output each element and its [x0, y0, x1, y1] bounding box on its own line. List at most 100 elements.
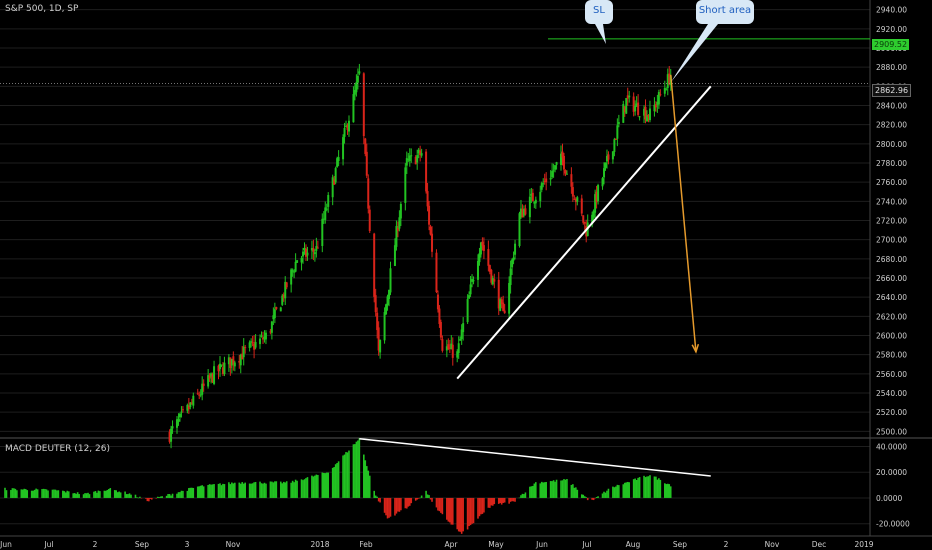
macd-bar [502, 497, 504, 503]
macd-bar [337, 461, 340, 498]
macd-bar [213, 484, 215, 498]
candle-body [293, 271, 296, 273]
price-tick-label: 2680.00 [876, 255, 907, 264]
macd-bar [533, 483, 536, 498]
macd-bar [646, 476, 648, 498]
candle-body [611, 151, 614, 160]
macd-bar [466, 497, 469, 530]
macd-bar [106, 489, 109, 498]
candle-body [398, 217, 401, 229]
candle-body [509, 268, 512, 285]
candle-body [181, 409, 184, 411]
macd-bar [374, 495, 377, 498]
price-tick-label: 2880.00 [876, 63, 907, 72]
candle-body [597, 185, 600, 202]
candle-body [663, 87, 666, 94]
candle-body [325, 208, 328, 210]
macd-bar [582, 494, 585, 498]
candle-body [383, 312, 386, 341]
macd-bar [469, 497, 472, 526]
macd-bar [477, 497, 479, 519]
time-tick-label: 2018 [310, 540, 329, 549]
macd-bar [265, 483, 267, 498]
macd-bar [420, 495, 423, 498]
macd-bar [597, 496, 599, 498]
macd-bar [64, 492, 67, 498]
candle-body [260, 335, 263, 337]
macd-bar [583, 496, 586, 498]
time-tick-label: 2 [724, 540, 729, 549]
macd-bar [130, 494, 132, 498]
macd-bar [188, 488, 190, 498]
candle-body [576, 197, 579, 202]
candle-body [218, 363, 221, 370]
candle-body [343, 127, 346, 137]
macd-bar [365, 466, 368, 498]
macd-bar [148, 497, 150, 502]
macd-bar [514, 497, 516, 502]
candle-body [638, 116, 641, 118]
macd-bar [354, 444, 356, 498]
macd-bar [4, 487, 6, 498]
candle-body [264, 332, 267, 340]
macd-title: MACD DEUTER (12, 26) [5, 444, 110, 454]
macd-bar [84, 493, 86, 498]
macd-bar [373, 490, 375, 498]
macd-bar [284, 482, 287, 498]
time-tick-label: Apr [445, 540, 459, 549]
macd-bar [96, 492, 98, 498]
candle-body [614, 139, 617, 141]
macd-bar [314, 475, 316, 498]
macd-bar [274, 481, 276, 498]
macd-bar [643, 475, 645, 498]
macd-bar [649, 475, 651, 498]
macd-bar [425, 490, 427, 498]
price-tick-label: 2820.00 [876, 121, 907, 130]
candle-body [628, 95, 631, 98]
macd-bar [542, 482, 545, 498]
macd-bar [293, 482, 295, 498]
macd-bar [483, 497, 485, 513]
macd-bar [487, 497, 490, 508]
candle-body [462, 323, 465, 333]
macd-bar [386, 497, 389, 519]
macd-bar [119, 492, 122, 498]
macd-bar [99, 491, 101, 498]
macd-bar [440, 497, 442, 513]
macd-bar [389, 497, 392, 517]
macd-bar [606, 490, 608, 498]
candle-body [420, 153, 423, 156]
macd-bar [601, 493, 604, 498]
candle-body [617, 122, 620, 124]
macd-bar [45, 489, 48, 498]
macd-bar [231, 482, 233, 498]
macd-bar [363, 454, 365, 498]
macd-bar [51, 489, 54, 498]
macd-bar [262, 483, 264, 498]
macd-bar [520, 495, 522, 498]
macd-bar [549, 481, 552, 498]
macd-bar [628, 482, 631, 498]
candle-body [571, 187, 574, 197]
macd-bar [471, 497, 473, 524]
candle-body [466, 299, 469, 323]
price-tick-label: 2940.00 [876, 6, 907, 15]
time-tick-label: 3 [185, 540, 190, 549]
candle-body [613, 139, 616, 152]
sl-callout-pointer [595, 24, 606, 44]
candle-body [659, 94, 662, 96]
macd-bar [342, 455, 344, 498]
macd-bar [315, 474, 318, 498]
candle-body [562, 156, 565, 170]
macd-bar [244, 482, 246, 498]
macd-bar [103, 490, 106, 498]
macd-bar [664, 483, 666, 498]
chart-canvas: 2500.00 2520.00 2540.00 2560.00 2580.00 2600.… [0, 0, 932, 549]
candle-body [170, 428, 173, 442]
candle-body [416, 155, 419, 163]
macd-bar [282, 481, 285, 498]
macd-bar [348, 450, 350, 498]
candle-body [347, 120, 350, 132]
candle-body [648, 108, 651, 121]
price-tick-label: 2700.00 [876, 236, 907, 245]
